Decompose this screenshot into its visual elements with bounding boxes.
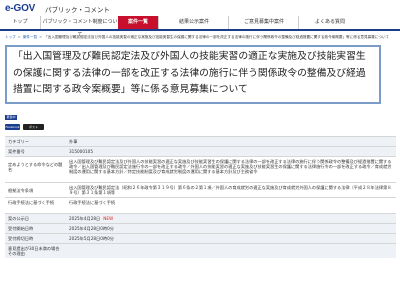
table-row: 意見提出が30日未満の場合その理由 xyxy=(5,243,396,258)
nav-item-about[interactable]: パブリック・コメント制度について xyxy=(40,16,119,38)
row-value: 行政手続法に基づく手続 xyxy=(66,197,396,207)
table-row: 定めようとする命令などの題名 出入国管理及び難民認定法及び外国人の技能実習の適正… xyxy=(5,156,396,176)
site-header: e-GOV パブリック・コメント xyxy=(0,0,400,16)
row-label: 行政手続法に基づく手続 xyxy=(5,197,66,207)
breadcrumb-top[interactable]: トップ xyxy=(5,35,16,39)
site-name: パブリック・コメント xyxy=(45,6,110,14)
page-title: 「出入国管理及び難民認定法及び外国人の技能実習の適正な実施及び技能実習生の保護に… xyxy=(5,45,381,104)
row-label: 意見提出が30日未満の場合その理由 xyxy=(5,243,66,258)
nav-item-top[interactable]: トップ xyxy=(0,16,40,29)
main-nav: トップ パブリック・コメント制度について 案件一覧 結果公示案件 ご意見募集中案… xyxy=(0,16,400,38)
row-label: 案件番号 xyxy=(5,146,66,157)
facebook-share-button[interactable]: Facebook xyxy=(5,124,20,130)
breadcrumb-case-list[interactable]: 案件一覧 xyxy=(23,35,37,39)
table-row: 受付締切日時 2025年5月28日0時0分 xyxy=(5,233,396,244)
row-value xyxy=(66,243,396,258)
row-value: 315000105 xyxy=(66,146,396,157)
table-row: 案件番号 315000105 xyxy=(5,146,396,157)
row-label: 根拠法令条項 xyxy=(5,182,66,198)
table-row: 行政手続法に基づく手続 行政手続法に基づく手続 xyxy=(5,197,396,207)
row-label: 受付開始日時 xyxy=(5,223,66,234)
nav-item-open-calls[interactable]: ご意見募集中案件 xyxy=(228,16,299,29)
egov-logo[interactable]: e-GOV xyxy=(5,3,35,14)
row-value: 2025年5月28日0時0分 xyxy=(66,233,396,244)
row-value: 出入国管理及び難民認定法（昭和２６年政令第３１９号）第６条の２第１項／外国人の育… xyxy=(66,182,396,198)
nav-item-results[interactable]: 結果公示案件 xyxy=(158,16,229,29)
row-label: 受付締切日時 xyxy=(5,233,66,244)
x-share-button[interactable]: ポスト(Twitter) xyxy=(23,124,44,135)
breadcrumb: トップ > 案件一覧 > 「出入国管理及び難民認定法及び外国人の技能実習の適正な実施及び… xyxy=(5,35,390,39)
case-info-table: カテゴリー 外事 案件番号 315000105 定めようとする命令などの題名 出… xyxy=(5,136,396,258)
status-badge: 募集中 xyxy=(5,115,17,120)
nav-item-faq[interactable]: よくある質問 xyxy=(298,16,361,29)
table-row: カテゴリー 外事 xyxy=(5,136,396,147)
breadcrumb-current: 「出入国管理及び難民認定法及び外国人の技能実習の適正な実施及び技能実習生の保護に… xyxy=(44,35,390,39)
row-label: カテゴリー xyxy=(5,136,66,147)
row-value: 外事 xyxy=(66,136,396,147)
row-value: 2025年4月28日0時0分 xyxy=(66,223,396,234)
row-value: 出入国管理及び難民認定法及び外国人の技能実習の適正な実施及び技能実習生の保護に関… xyxy=(66,156,396,176)
new-badge: NEW xyxy=(103,216,114,221)
table-row: 受付開始日時 2025年4月28日0時0分 xyxy=(5,223,396,234)
row-label: 定めようとする命令などの題名 xyxy=(5,156,66,176)
row-label: 案の公示日 xyxy=(5,213,66,224)
table-row: 案の公示日 2025年4月28日 NEW xyxy=(5,213,396,224)
row-value: 2025年4月28日 NEW xyxy=(66,213,396,224)
table-row: 根拠法令条項 出入国管理及び難民認定法（昭和２６年政令第３１９号）第６条の２第１… xyxy=(5,182,396,198)
nav-item-case-list[interactable]: 案件一覧 xyxy=(118,16,158,29)
